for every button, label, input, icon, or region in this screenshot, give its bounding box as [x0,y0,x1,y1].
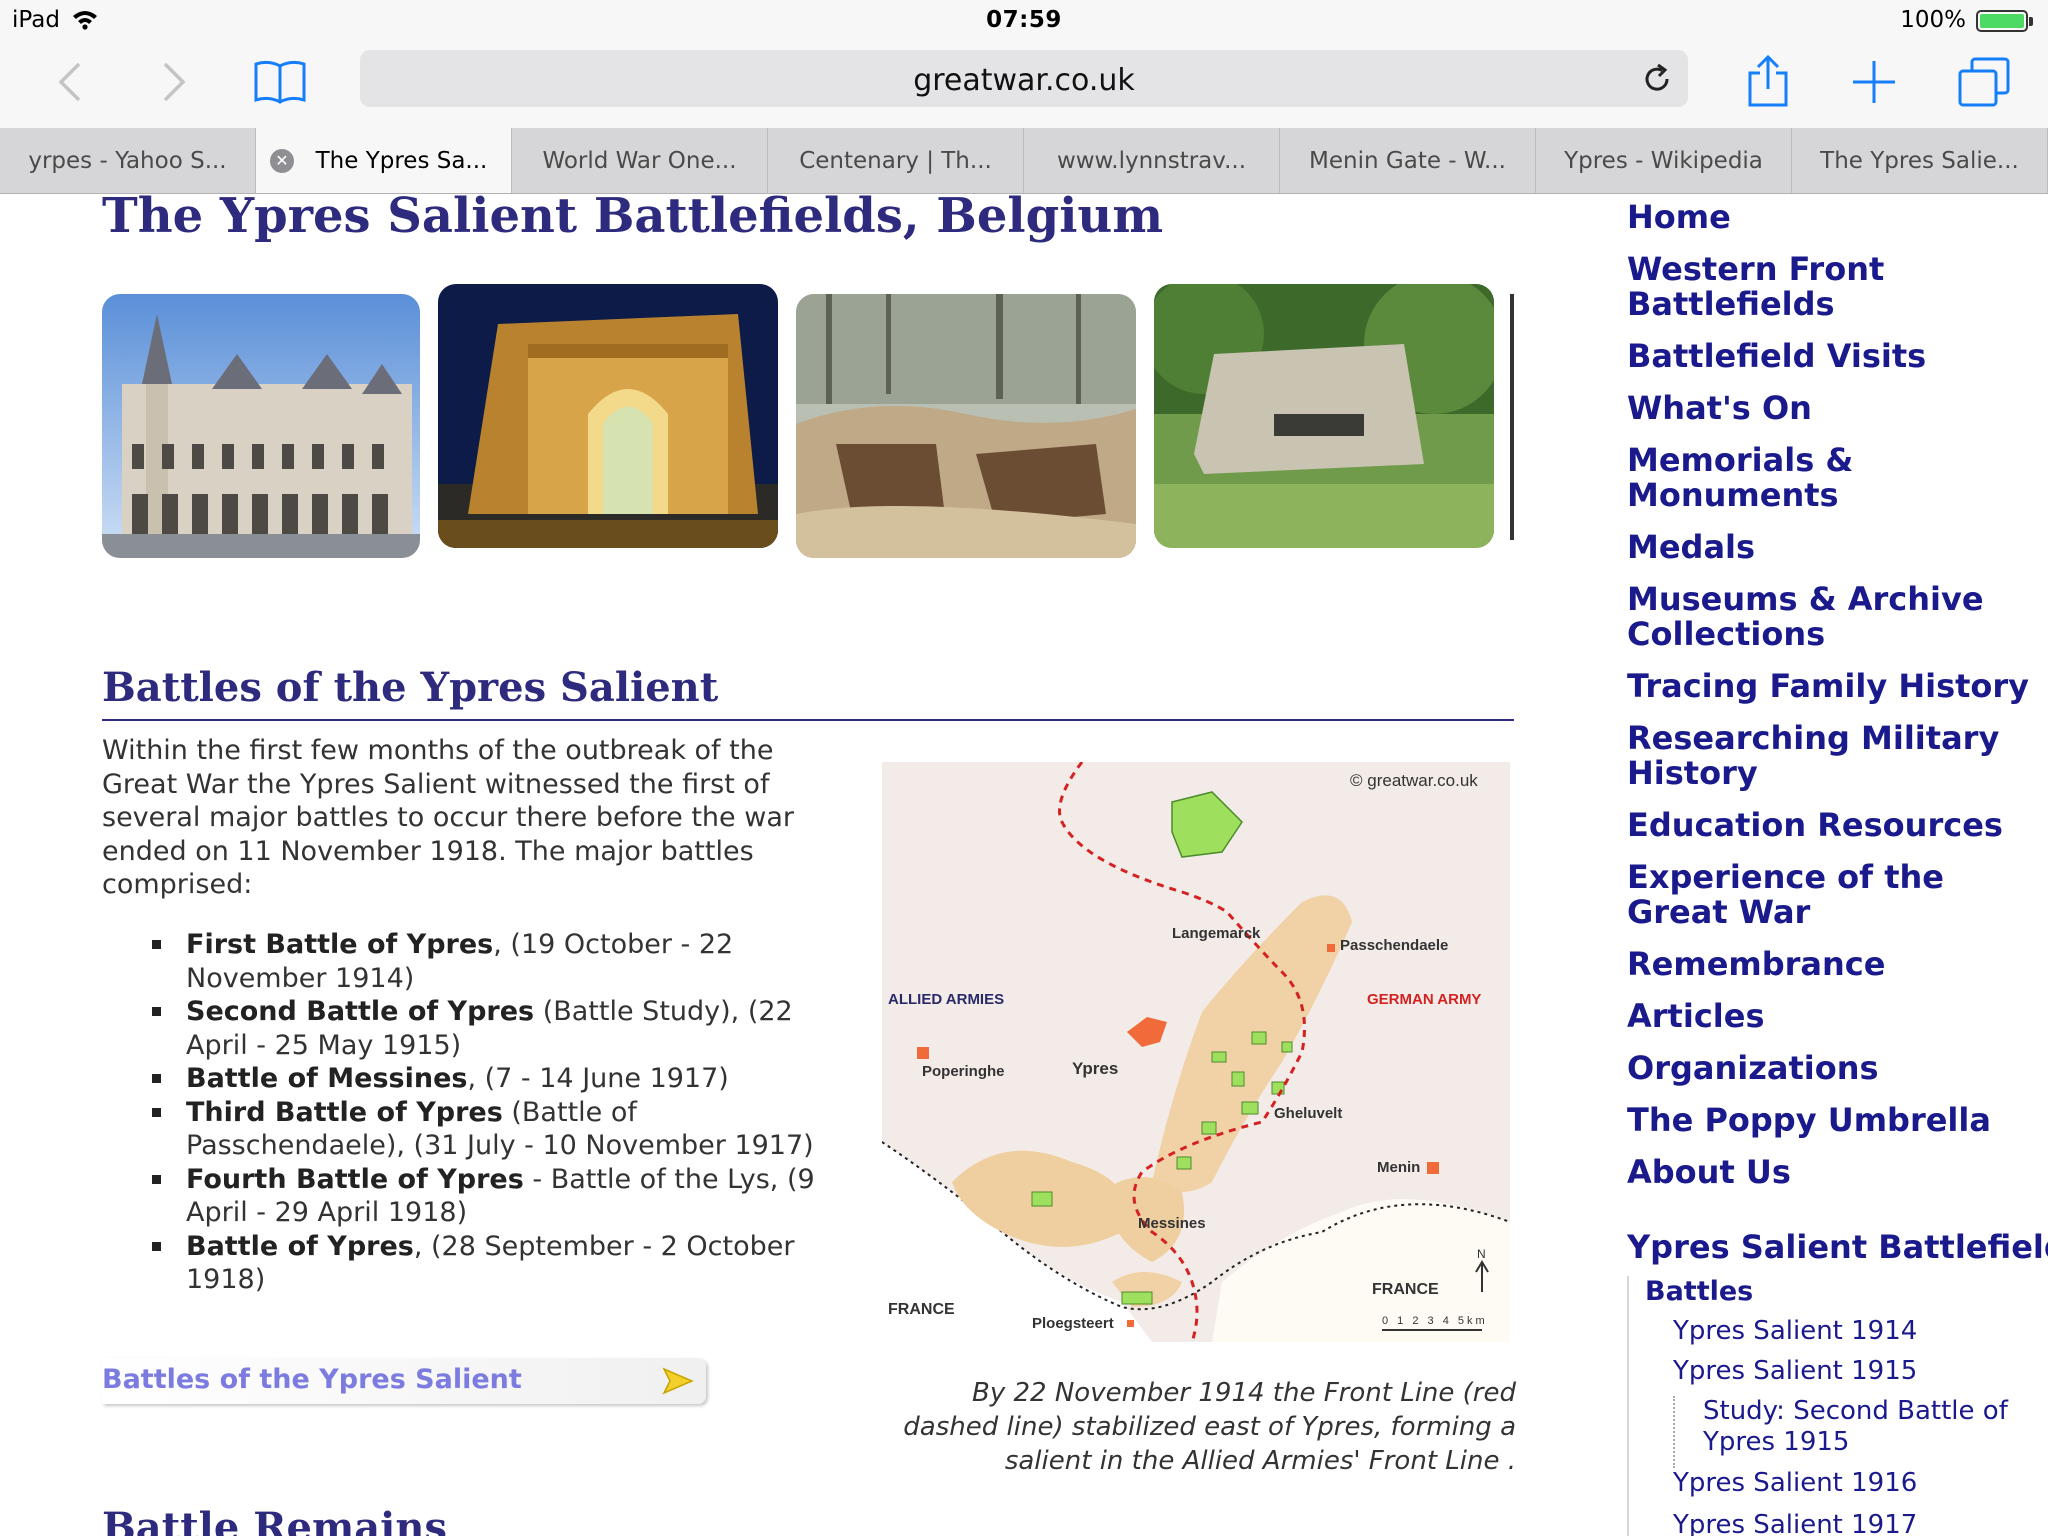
share-icon[interactable] [1736,50,1800,114]
clock: 07:59 [986,7,1062,33]
trenches-photo [796,294,1136,558]
cloth-hall-photo [102,294,420,558]
browser-toolbar: greatwar.co.uk [0,40,2048,128]
svg-text:Menin: Menin [1377,1159,1420,1176]
battle-link[interactable]: Battle of Ypres [186,1231,414,1262]
tab-yahoo[interactable]: yrpes - Yahoo S... [0,128,256,193]
tabs-overview-icon[interactable] [1952,50,2016,114]
tab-ypres-salient-2[interactable]: The Ypres Salie... [1792,128,2048,193]
list-item: Battle of Messines, (7 - 14 June 1917) [152,1062,832,1096]
nav-home[interactable]: Home [1627,200,2047,235]
tab-world-war-one[interactable]: World War One... [512,128,768,193]
battles-more-link[interactable]: Battles of the Ypres Salient [102,1358,706,1404]
menin-gate-photo [438,284,778,548]
nav-education-resources[interactable]: Education Resources [1627,808,2047,843]
address-bar[interactable]: greatwar.co.uk [360,50,1688,107]
tab-lynnstrav[interactable]: www.lynnstrav... [1024,128,1280,193]
battle-link[interactable]: Fourth Battle of Ypres [186,1164,524,1195]
list-item: Second Battle of Ypres (Battle Study), (… [152,995,832,1062]
carousel-edge [1510,294,1514,540]
nav-medals[interactable]: Medals [1627,530,2047,565]
section-divider [102,719,1514,721]
nav-tracing-family-history[interactable]: Tracing Family History [1627,669,2047,704]
nav-remembrance[interactable]: Remembrance [1627,947,2047,982]
back-icon[interactable] [38,50,102,114]
sidebar-link-second-battle-study[interactable]: Study: Second Battle of Ypres 1915 [1703,1396,2013,1458]
nav-articles[interactable]: Articles [1627,999,2047,1034]
nav-battlefield-visits[interactable]: Battlefield Visits [1627,339,2047,374]
svg-text:Messines: Messines [1138,1215,1206,1232]
forward-icon[interactable] [142,50,206,114]
list-item: Fourth Battle of Ypres - Battle of the L… [152,1163,832,1230]
tab-ypres-wikipedia[interactable]: Ypres - Wikipedia [1536,128,1792,193]
battle-link[interactable]: Second Battle of Ypres [186,996,534,1027]
status-bar: iPad 07:59 100% [0,0,2048,40]
svg-text:GERMAN ARMY: GERMAN ARMY [1367,991,1481,1008]
reload-icon[interactable] [1640,62,1674,96]
sidebar-link-1916[interactable]: Ypres Salient 1916 [1673,1468,1917,1499]
tab-bar: yrpes - Yahoo S... ✕ The Ypres Sa... Wor… [0,128,2048,194]
svg-text:N: N [1477,1247,1486,1261]
battle-list: First Battle of Ypres, (19 October - 22 … [152,928,832,1297]
sidebar-link-1917[interactable]: Ypres Salient 1917 [1673,1510,1917,1536]
svg-text:© greatwar.co.uk: © greatwar.co.uk [1350,771,1478,790]
list-item: Third Battle of Ypres (Battle of Passche… [152,1096,832,1163]
section-title-next: Battle Remains [102,1504,447,1536]
front-line-map: © greatwar.co.uk ALLIED ARMIES GERMAN AR… [881,761,1511,1343]
battle-link[interactable]: First Battle of Ypres [186,929,493,960]
svg-text:Ypres: Ypres [1072,1059,1118,1078]
svg-text:FRANCE: FRANCE [888,1301,955,1318]
battle-link[interactable]: Battle of Messines [186,1063,467,1094]
tab-menin-gate[interactable]: Menin Gate - W... [1280,128,1536,193]
bunker-photo [1154,284,1494,548]
battery-icon [1976,10,2033,32]
nav-organizations[interactable]: Organizations [1627,1051,2047,1086]
nav-researching-military-history[interactable]: Researching Military History [1627,721,2047,791]
svg-text:Langemarck: Langemarck [1172,925,1261,942]
nav-about-us[interactable]: About Us [1627,1155,2047,1190]
site-navigation: Home Western Front Battlefields Battlefi… [1627,200,2047,1207]
svg-text:Poperinghe: Poperinghe [922,1063,1005,1080]
sidebar-link-1914[interactable]: Ypres Salient 1914 [1673,1316,1917,1347]
nav-western-front-battlefields[interactable]: Western Front Battlefields [1627,252,2047,322]
svg-text:Ploegsteert: Ploegsteert [1032,1315,1114,1332]
bookmarks-icon[interactable] [248,50,312,114]
nav-whats-on[interactable]: What's On [1627,391,2047,426]
close-tab-icon[interactable]: ✕ [270,149,294,173]
section-title: Battles of the Ypres Salient [102,664,719,711]
sidebar-submenu: Battles Ypres Salient 1914 Ypres Salient… [1627,1276,2047,1536]
nav-experience-great-war[interactable]: Experience of the Great War [1627,860,2047,930]
battery-percentage: 100% [1900,7,1966,33]
svg-text:Passchendaele: Passchendaele [1340,937,1448,954]
new-tab-icon[interactable] [1842,50,1906,114]
nav-poppy-umbrella[interactable]: The Poppy Umbrella [1627,1103,2047,1138]
svg-text:0 1 2 3 4 5km: 0 1 2 3 4 5km [1382,1315,1488,1327]
sidebar-sublist: Study: Second Battle of Ypres 1915 [1673,1396,2013,1468]
page-title: The Ypres Salient Battlefields, Belgium [102,188,1164,244]
svg-text:ALLIED ARMIES: ALLIED ARMIES [888,991,1004,1008]
battle-link[interactable]: Third Battle of Ypres [186,1097,503,1128]
sidebar-battles-label[interactable]: Battles [1645,1276,1753,1307]
sidebar-link-1915[interactable]: Ypres Salient 1915 [1673,1356,1917,1387]
tab-centenary[interactable]: Centenary | Th... [768,128,1024,193]
nav-memorials-monuments[interactable]: Memorials & Monuments [1627,443,2047,513]
svg-text:FRANCE: FRANCE [1372,1281,1439,1298]
svg-text:Gheluvelt: Gheluvelt [1274,1105,1342,1122]
arrow-right-icon [662,1367,694,1399]
map-caption: By 22 November 1914 the Front Line (red … [903,1378,1516,1476]
list-item: Battle of Ypres, (28 September - 2 Octob… [152,1230,832,1297]
more-link-label: Battles of the Ypres Salient [102,1364,522,1395]
list-item: First Battle of Ypres, (19 October - 22 … [152,928,832,995]
sidebar-title[interactable]: Ypres Salient Battlefields [1627,1228,2048,1266]
tab-ypres-salient-active[interactable]: ✕ The Ypres Sa... [256,128,512,193]
intro-paragraph: Within the first few months of the outbr… [102,735,794,900]
url-text: greatwar.co.uk [913,63,1135,98]
nav-museums-archive[interactable]: Museums & Archive Collections [1627,582,2047,652]
